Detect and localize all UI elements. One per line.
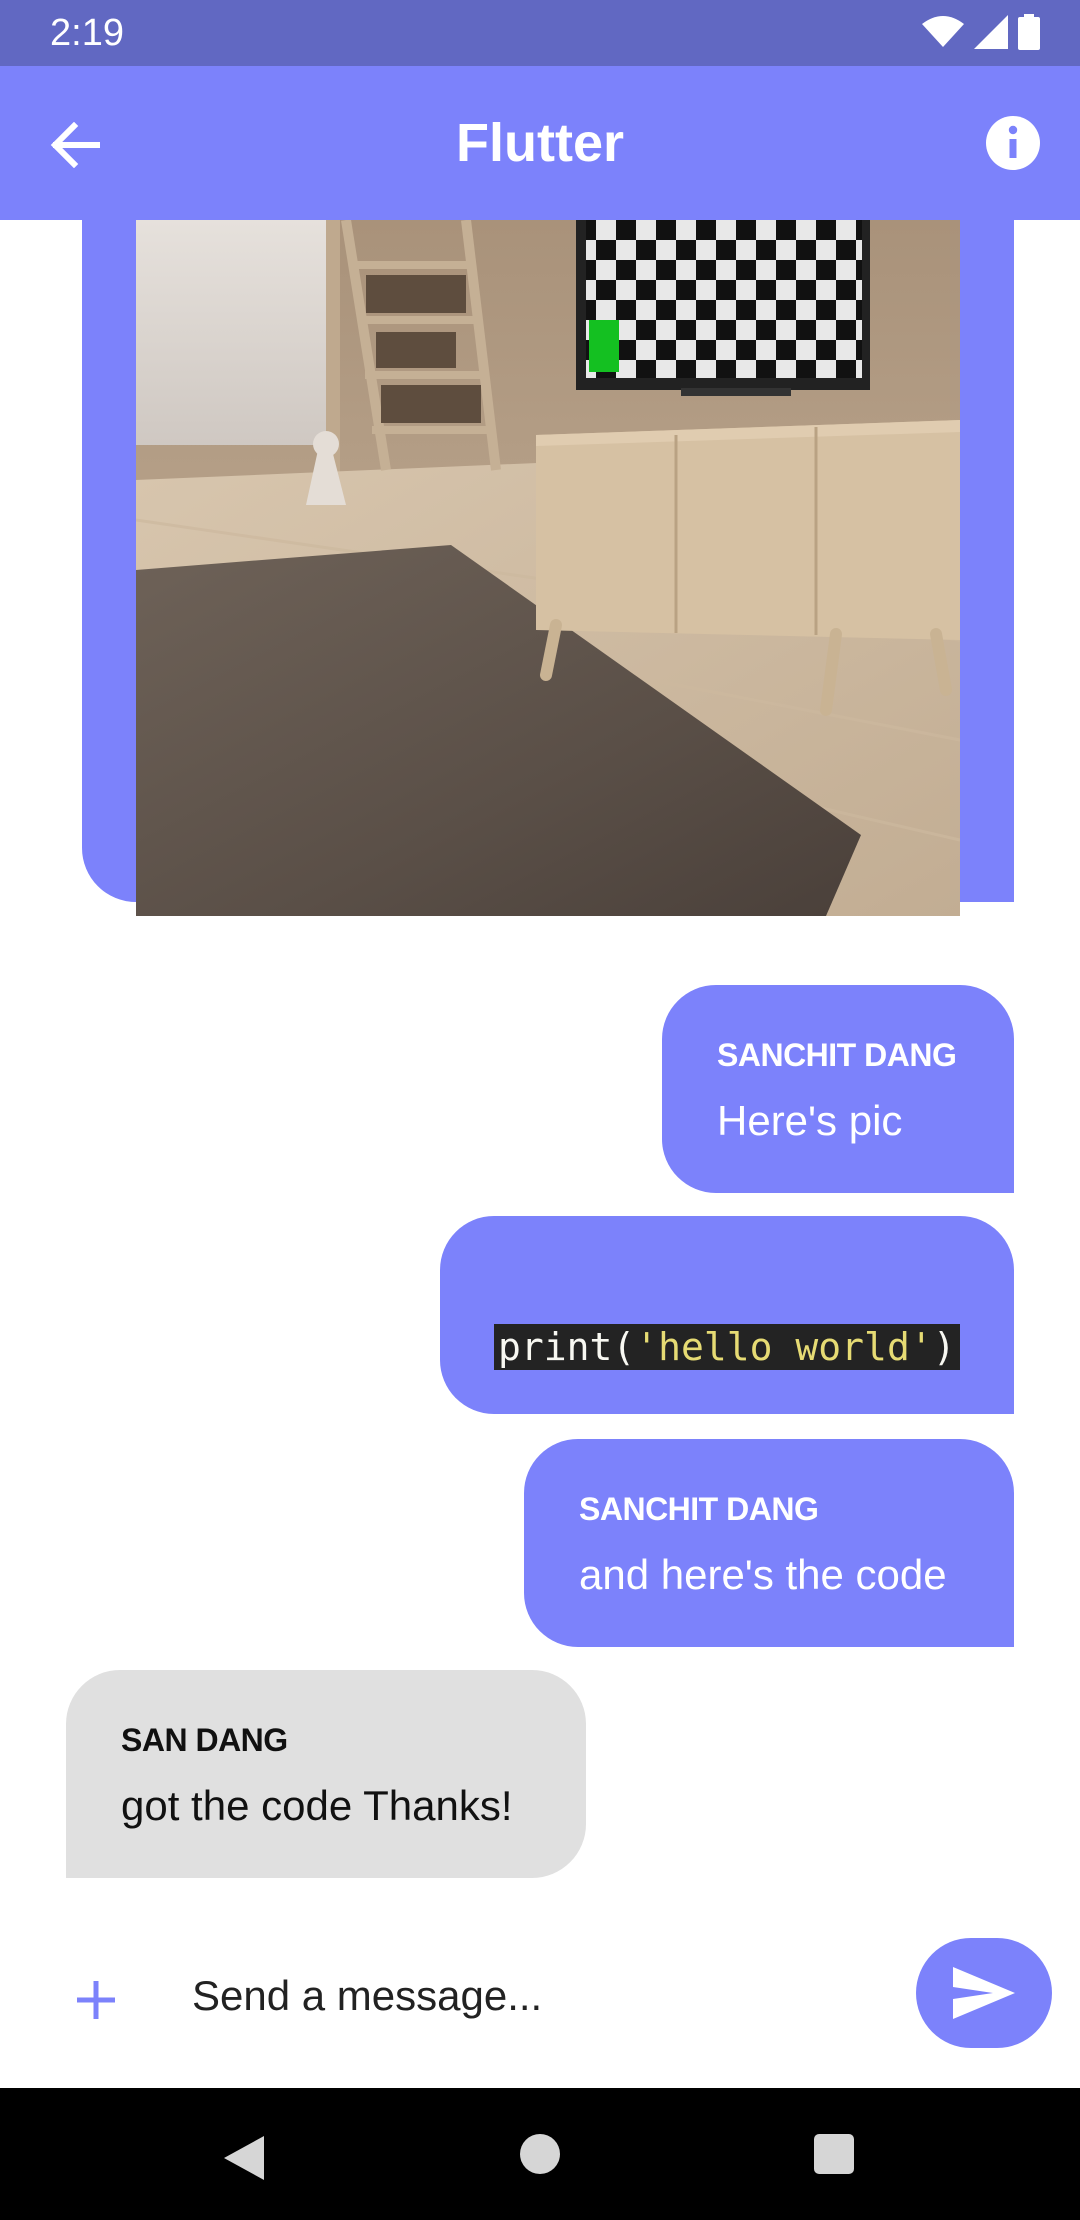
system-nav-bar	[0, 2088, 1080, 2220]
message-sender: SANCHIT DANG	[579, 1491, 819, 1527]
code-string: 'hello world'	[635, 1325, 933, 1369]
room-photo	[136, 220, 960, 916]
nav-home-icon[interactable]	[520, 2134, 560, 2174]
app-bar: Flutter	[0, 66, 1080, 220]
message-photo[interactable]	[136, 220, 960, 916]
add-attachment-button[interactable]	[60, 1964, 132, 2036]
nav-recents-icon[interactable]	[814, 2134, 854, 2174]
wifi-icon	[922, 16, 964, 47]
image-message-bubble	[82, 220, 1014, 916]
app-title: Flutter	[456, 113, 624, 173]
message-composer	[0, 1900, 1080, 2088]
nav-back-icon[interactable]	[222, 2134, 266, 2182]
send-icon	[953, 1967, 1015, 2019]
plus-icon	[77, 1981, 115, 2019]
status-time: 2:19	[50, 12, 124, 54]
send-button[interactable]	[916, 1938, 1052, 2048]
message-sender: SAN DANG	[121, 1722, 288, 1758]
info-icon	[986, 116, 1040, 170]
code-snippet: print('hello world')	[494, 1324, 960, 1370]
status-bar: 2:19	[0, 0, 1080, 66]
chat-list[interactable]: SANCHIT DANG Here's pic print('hello wor…	[0, 220, 1080, 1900]
battery-icon	[1018, 14, 1040, 50]
message-bubble-outgoing[interactable]: SANCHIT DANG and here's the code	[524, 1439, 1014, 1647]
message-input[interactable]	[170, 1956, 870, 2036]
message-text: and here's the code	[579, 1551, 947, 1598]
signal-icon	[974, 15, 1008, 49]
message-sender: SANCHIT DANG	[717, 1037, 957, 1073]
message-text: got the code Thanks!	[121, 1782, 513, 1829]
message-bubble-outgoing[interactable]: SANCHIT DANG Here's pic	[662, 985, 1014, 1193]
message-bubble-incoming[interactable]: SAN DANG got the code Thanks!	[66, 1670, 586, 1878]
code-paren: )	[932, 1325, 956, 1369]
code-message-bubble[interactable]: print('hello world')	[440, 1216, 1014, 1414]
message-text: Here's pic	[717, 1097, 903, 1144]
info-button[interactable]	[982, 112, 1044, 174]
code-function: print(	[498, 1325, 636, 1369]
status-icons	[922, 12, 1040, 52]
